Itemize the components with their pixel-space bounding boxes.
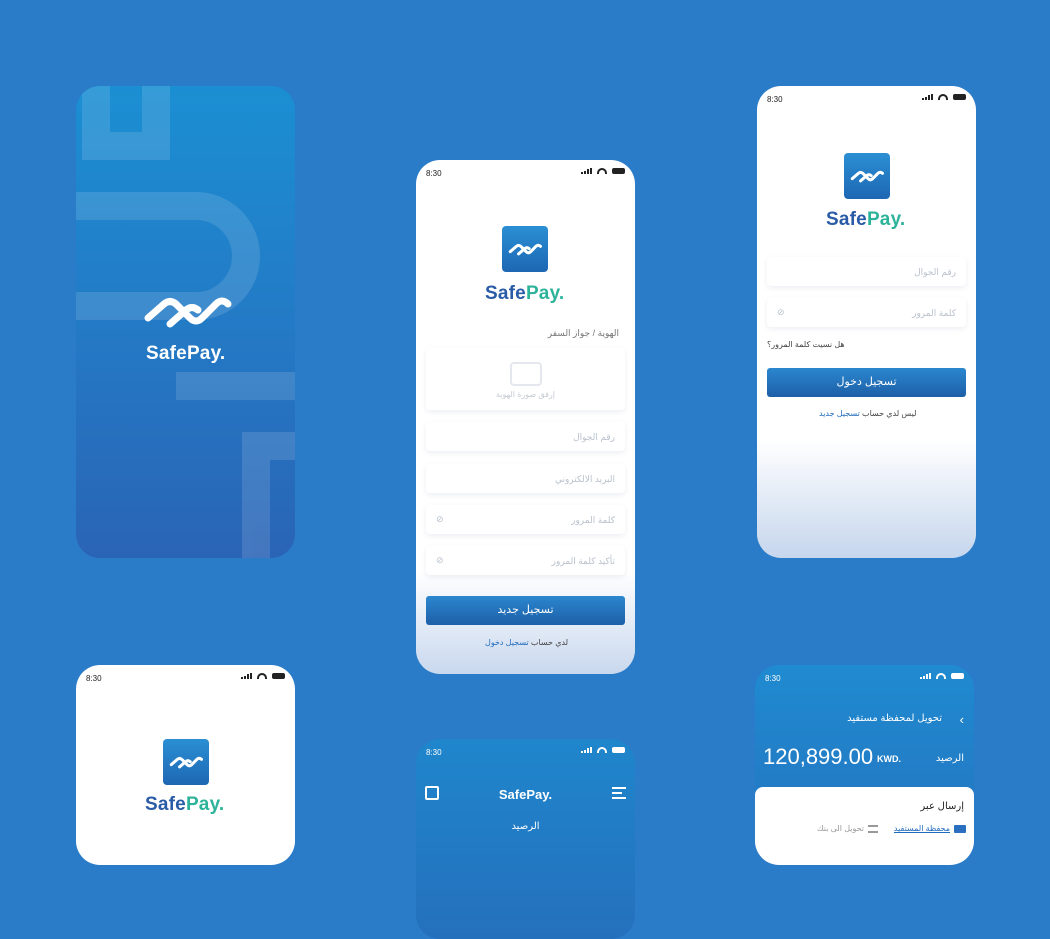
send-via-card: إرسال عبر محفظة المستفيد تحويل الى بنك <box>755 787 974 865</box>
balance-label: الرصيد <box>511 821 540 832</box>
signal-icon <box>581 168 592 174</box>
id-photo-upload[interactable]: إرفق صورة الهوية <box>426 348 625 410</box>
status-time: 8:30 <box>86 674 102 683</box>
app-logo <box>163 739 209 785</box>
camera-icon <box>509 362 542 386</box>
status-time: 8:30 <box>426 748 442 757</box>
attach-photo-label: إرفق صورة الهوية <box>495 390 555 399</box>
signal-icon <box>581 747 592 753</box>
status-bar: 8:30 <box>416 160 635 182</box>
eye-off-icon[interactable]: ⊘ <box>777 307 785 318</box>
status-time: 8:30 <box>767 95 783 104</box>
bank-option[interactable]: تحويل الى بنك <box>817 824 878 833</box>
have-account-label: لدي حساب <box>530 638 569 647</box>
signal-icon <box>922 94 933 100</box>
eye-off-icon[interactable]: ⊘ <box>436 514 444 525</box>
app-logo <box>844 153 890 199</box>
brand-part1: Safe <box>826 209 867 230</box>
status-time: 8:30 <box>765 674 781 683</box>
brand-part2: Pay. <box>186 343 226 364</box>
back-chevron-icon[interactable]: ‹ <box>960 712 964 727</box>
wifi-icon <box>597 747 607 753</box>
balance-label: الرصيد <box>935 753 964 764</box>
confirm-password-field[interactable]: تأكيد كلمة المرور ⊘ <box>426 546 625 575</box>
login-button[interactable]: تسجيل دخول <box>767 368 966 397</box>
safepay-logo-icon <box>508 243 542 256</box>
status-time: 8:30 <box>426 169 442 178</box>
brand-part1: Safe <box>146 343 187 364</box>
battery-icon <box>951 673 964 679</box>
register-link[interactable]: تسجيل جديد <box>819 409 860 418</box>
brand-part2: Pay. <box>866 209 906 230</box>
balance-value: 120,899.00 <box>763 744 874 769</box>
bank-icon <box>868 824 878 833</box>
password-field[interactable]: كلمة المرور ⊘ <box>767 298 966 327</box>
register-button[interactable]: تسجيل جديد <box>426 596 625 625</box>
wifi-icon <box>257 673 267 679</box>
wifi-icon <box>938 94 948 100</box>
signal-icon <box>241 673 252 679</box>
splash-screen: SafePay. <box>76 86 295 558</box>
battery-icon <box>612 168 625 174</box>
signal-icon <box>920 673 931 679</box>
status-bar: 8:30 <box>416 739 635 761</box>
confirm-password-placeholder: تأكيد كلمة المرور <box>551 556 615 566</box>
wallet-option-label: محفظة المستفيد <box>893 824 950 833</box>
bank-option-label: تحويل الى بنك <box>817 824 864 833</box>
wallet-icon <box>954 824 966 833</box>
splash-brand: SafePay. <box>146 343 225 365</box>
brand-part2: Pay. <box>185 794 225 815</box>
status-bar: 8:30 <box>755 665 974 687</box>
wifi-icon <box>597 168 607 174</box>
safepay-logo-icon <box>144 297 232 328</box>
brand-name: SafePay. <box>826 209 905 231</box>
brand-part2: Pay. <box>525 283 565 304</box>
brand-part1: Safe <box>145 794 186 815</box>
id-label: الهوية / جواز السفر <box>547 328 619 338</box>
brand-part1: Safe <box>485 283 526 304</box>
phone-field[interactable]: رقم الجوال <box>767 257 966 286</box>
transfer-screen-partial: 8:30 ‹ تحويل لمحفظة مستفيد 120,899.00 KW… <box>755 665 974 865</box>
password-placeholder: كلمة المرور <box>912 308 956 318</box>
balance-currency: KWD. <box>877 754 901 764</box>
menu-icon[interactable] <box>612 787 626 799</box>
app-logo <box>502 226 548 272</box>
email-field[interactable]: البريد الالكتروني <box>426 464 625 493</box>
eye-off-icon[interactable]: ⊘ <box>436 555 444 566</box>
no-account-label: ليس لدي حساب <box>862 409 917 418</box>
safepay-logo-icon <box>169 756 203 769</box>
login-screen: 8:30 SafePay. رقم الجوال كلمة المرور ⊘ ه… <box>757 86 976 558</box>
login-screen-partial: 8:30 SafePay. <box>76 665 295 865</box>
home-title: SafePay. <box>498 787 553 802</box>
forgot-password-link[interactable]: هل نسيت كلمة المرور؟ <box>767 340 845 349</box>
have-account-text: لدي حساب تسجيل دخول <box>485 638 568 647</box>
register-screen: 8:30 SafePay. الهوية / جواز السفر إرفق ص… <box>416 160 635 674</box>
brand-name: SafePay. <box>485 283 564 305</box>
battery-icon <box>612 747 625 753</box>
login-link[interactable]: تسجيل دخول <box>485 638 529 647</box>
password-placeholder: كلمة المرور <box>571 515 615 525</box>
battery-icon <box>272 673 285 679</box>
brand-name: SafePay. <box>145 794 224 816</box>
wifi-icon <box>936 673 946 679</box>
transfer-title: تحويل لمحفظة مستفيد <box>847 713 942 724</box>
phone-field[interactable]: رقم الجوال <box>426 422 625 451</box>
home-screen-partial: 8:30 SafePay. الرصيد <box>416 739 635 939</box>
no-account-text: ليس لدي حساب تسجيل جديد <box>819 409 916 418</box>
battery-icon <box>953 94 966 100</box>
status-bar: 8:30 <box>76 665 295 687</box>
wallet-option[interactable]: محفظة المستفيد <box>894 824 966 833</box>
password-field[interactable]: كلمة المرور ⊘ <box>426 505 625 534</box>
safepay-logo-icon <box>850 170 884 183</box>
status-bar: 8:30 <box>757 86 976 108</box>
send-via-label: إرسال عبر <box>920 801 964 812</box>
